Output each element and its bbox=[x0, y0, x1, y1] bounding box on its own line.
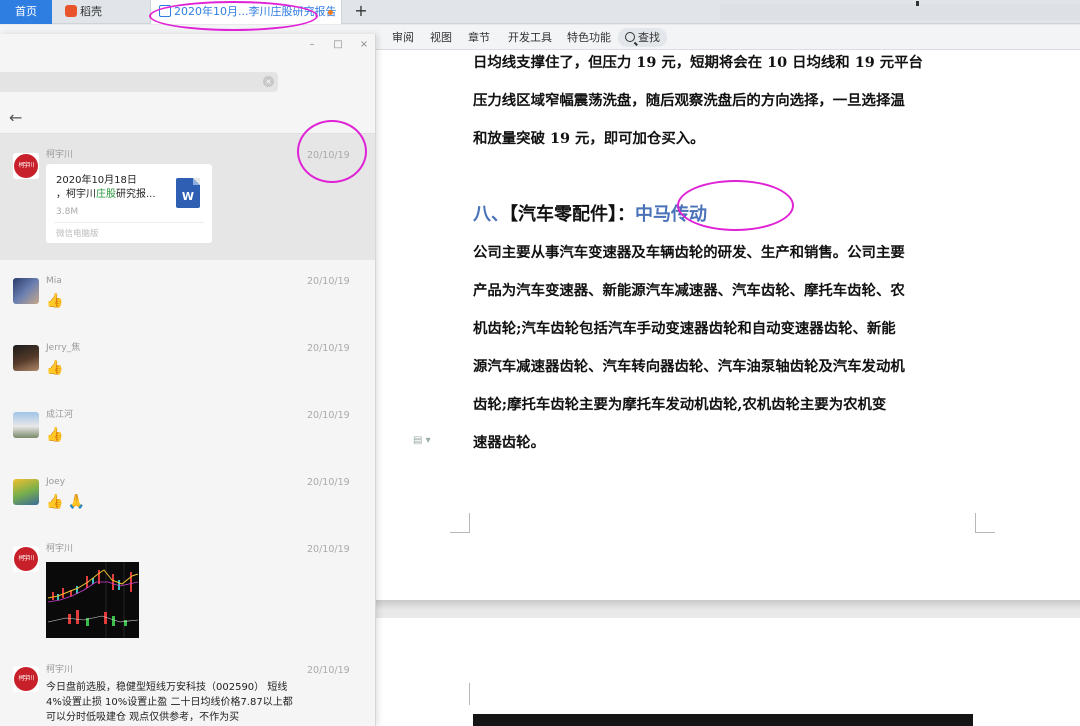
message-time: 20/10/19 bbox=[307, 150, 350, 161]
menu-view[interactable]: 视图 bbox=[430, 25, 452, 50]
file-size: 3.8M bbox=[56, 207, 79, 217]
tab-bar: 首页 稻壳 2020年10月...李川庄股研究报告 + bbox=[0, 0, 1080, 24]
chat-message[interactable]: 柯宇川 20/10/19 今日盘前选股，稳健型短线万安科技（002590） 短线… bbox=[0, 655, 375, 726]
unsaved-dot-icon bbox=[328, 10, 333, 15]
chat-message[interactable]: 柯宇川 20/10/19 2020年10月18日 ，柯宇川庄股研究报... W … bbox=[0, 134, 375, 260]
chat-message[interactable]: Joey 20/10/19 👍 🙏 bbox=[0, 461, 375, 528]
menu-review[interactable]: 审阅 bbox=[392, 25, 414, 50]
message-text: 今日盘前选股，稳健型短线万安科技（002590） 短线4%设置止损 10%设置止… bbox=[46, 682, 293, 723]
avatar[interactable] bbox=[13, 412, 39, 438]
chat-history-panel: – □ × × ← 柯宇川 20/10/19 2020年10月18日 ，柯宇川庄… bbox=[0, 34, 376, 726]
minimize-button[interactable]: – bbox=[305, 39, 319, 51]
body-line: 齿轮;摩托车齿轮主要为摩托车发动机齿轮,农机齿轮主要为农机变 bbox=[473, 396, 887, 413]
body-line: 压力线区域窄幅震荡洗盘，随后观察洗盘后的方向选择，一旦选择温 bbox=[473, 92, 905, 109]
avatar[interactable] bbox=[13, 546, 39, 572]
tab-daoke-label: 稻壳 bbox=[80, 5, 102, 18]
menu-chapter[interactable]: 章节 bbox=[468, 25, 490, 50]
avatar[interactable] bbox=[13, 345, 39, 371]
avatar[interactable] bbox=[13, 153, 39, 179]
search-label: 查找 bbox=[638, 31, 660, 44]
body-line: 速器齿轮。 bbox=[473, 434, 545, 451]
tab-bar-right-area bbox=[720, 4, 1080, 20]
clear-search-icon[interactable]: × bbox=[263, 76, 274, 87]
chat-message[interactable]: 成江河 20/10/19 👍 bbox=[0, 394, 375, 461]
sender-name: Joey bbox=[46, 477, 66, 487]
back-arrow-icon[interactable]: ← bbox=[9, 110, 22, 126]
body-line: 产品为汽车变速器、新能源汽车减速器、汽车齿轮、摩托车齿轮、农 bbox=[473, 282, 905, 299]
body-line: 机齿轮;汽车齿轮包括汽车手动变速器齿轮和自动变速器齿轮、新能 bbox=[473, 320, 896, 337]
divider bbox=[54, 222, 204, 223]
body-line: 日均线支撑住了，但压力 19 元，短期将会在 10 日均线和 19 元平台 bbox=[473, 54, 923, 71]
thumbs-up-icon: 👍 bbox=[46, 360, 64, 376]
sender-name: 柯宇川 bbox=[46, 544, 74, 554]
avatar[interactable] bbox=[13, 479, 39, 505]
file-name-line1: 2020年10月18日 bbox=[56, 175, 137, 186]
sender-name: 成江河 bbox=[46, 410, 74, 420]
menu-special[interactable]: 特色功能 bbox=[567, 25, 611, 50]
document-icon bbox=[159, 5, 171, 17]
thumbs-up-icon: 👍 bbox=[46, 427, 64, 443]
stock-chart-thumbnail[interactable] bbox=[46, 562, 139, 638]
file-name: 2020年10月18日 ，柯宇川庄股研究报... bbox=[56, 174, 174, 202]
section-heading: 八、【汽车零配件】：中马传动 bbox=[473, 203, 707, 227]
file-source: 微信电脑版 bbox=[56, 229, 99, 239]
tab-document-label: 2020年10月...李川庄股研究报告 bbox=[174, 5, 337, 18]
body-line: 和放量突破 19 元，即可加仓买入。 bbox=[473, 130, 705, 147]
chat-message[interactable]: Jerry_焦 20/10/19 👍 bbox=[0, 327, 375, 394]
page-margin-corner bbox=[450, 683, 470, 705]
thumbs-up-icon: 👍 bbox=[46, 293, 64, 309]
sender-name: Mia bbox=[46, 276, 62, 286]
file-name-line2-suffix: 研究报... bbox=[116, 189, 156, 200]
sender-name: 柯宇川 bbox=[46, 150, 74, 160]
tab-home[interactable]: 首页 bbox=[0, 0, 52, 24]
heading-number: 八、 bbox=[473, 204, 509, 225]
chat-message[interactable]: Mia 20/10/19 👍 bbox=[0, 260, 375, 327]
sender-name: Jerry_焦 bbox=[46, 343, 81, 353]
window-mark-icon bbox=[916, 1, 919, 6]
search-icon bbox=[625, 32, 635, 42]
page-margin-corner bbox=[450, 513, 470, 533]
paragraph-options-icon[interactable]: ▤ ▾ bbox=[413, 435, 431, 446]
sender-name: 柯宇川 bbox=[46, 665, 74, 675]
chat-search-input[interactable] bbox=[0, 72, 278, 92]
message-time: 20/10/19 bbox=[307, 343, 350, 354]
embedded-chart-image bbox=[473, 714, 973, 726]
thumbs-up-pray-icon: 👍 🙏 bbox=[46, 494, 86, 510]
file-card[interactable]: 2020年10月18日 ，柯宇川庄股研究报... W 3.8M 微信电脑版 bbox=[46, 164, 212, 243]
daoke-icon bbox=[65, 5, 77, 17]
page-margin-corner bbox=[975, 513, 995, 533]
document-area[interactable]: 日均线支撑住了，但压力 19 元，短期将会在 10 日均线和 19 元平台 压力… bbox=[376, 50, 1080, 726]
search-button[interactable]: 查找 bbox=[618, 28, 667, 47]
body-line: 公司主要从事汽车变速器及车辆齿轮的研发、生产和销售。公司主要 bbox=[473, 244, 905, 261]
menu-dev-tools[interactable]: 开发工具 bbox=[508, 25, 552, 50]
avatar[interactable] bbox=[13, 278, 39, 304]
message-time: 20/10/19 bbox=[307, 276, 350, 287]
heading-title: 【汽车零配件】： bbox=[509, 204, 635, 225]
avatar[interactable] bbox=[13, 666, 39, 692]
message-time: 20/10/19 bbox=[307, 410, 350, 421]
file-name-line2: ，柯宇川 bbox=[56, 189, 96, 200]
heading-stock-name: 中马传动 bbox=[635, 204, 707, 225]
page-gap bbox=[376, 600, 1080, 610]
document-page[interactable]: 日均线支撑住了，但压力 19 元，短期将会在 10 日均线和 19 元平台 压力… bbox=[376, 50, 1080, 600]
message-time: 20/10/19 bbox=[307, 477, 350, 488]
tab-daoke[interactable]: 稻壳 bbox=[53, 0, 149, 24]
word-file-icon: W bbox=[176, 178, 200, 208]
tab-document[interactable]: 2020年10月...李川庄股研究报告 bbox=[150, 0, 342, 24]
chat-message[interactable]: 柯宇川 20/10/19 bbox=[0, 528, 375, 655]
message-time: 20/10/19 bbox=[307, 544, 350, 555]
body-line: 源汽车减速器齿轮、汽车转向器齿轮、汽车油泵轴齿轮及汽车发动机 bbox=[473, 358, 905, 375]
document-page-2[interactable] bbox=[376, 618, 1080, 726]
new-tab-button[interactable]: + bbox=[352, 0, 370, 24]
file-name-highlight: 庄股 bbox=[96, 189, 116, 200]
maximize-button[interactable]: □ bbox=[331, 39, 345, 51]
close-button[interactable]: × bbox=[357, 39, 371, 51]
message-time: 20/10/19 bbox=[307, 665, 350, 676]
